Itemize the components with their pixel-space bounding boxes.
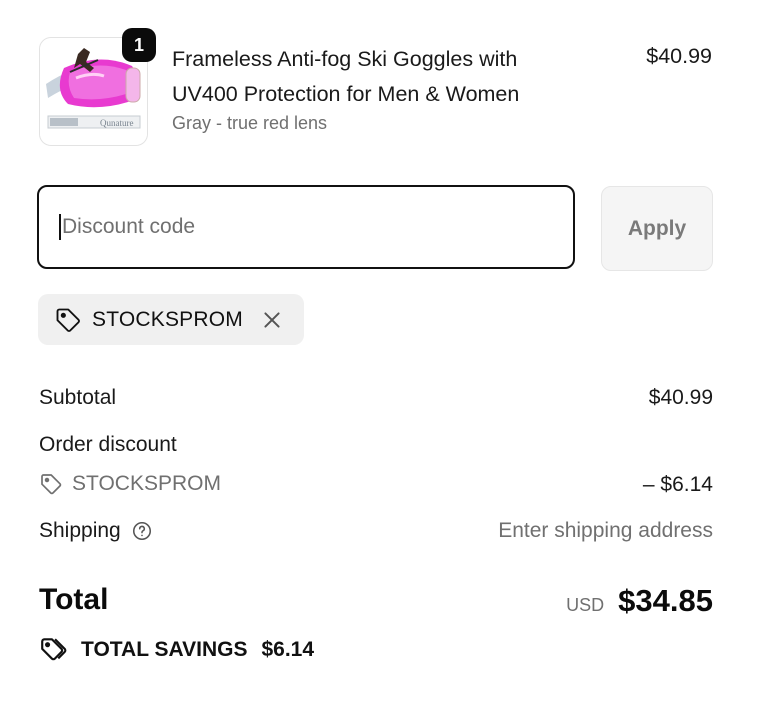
apply-button[interactable]: Apply: [601, 186, 713, 271]
product-title: Frameless Anti-fog Ski Goggles with UV40…: [172, 42, 592, 112]
product-price: $40.99: [646, 44, 712, 68]
total-value: $34.85: [618, 583, 713, 618]
product-title-line-2: UV400 Protection for Men & Women: [172, 82, 520, 106]
tags-icon: [39, 636, 69, 664]
product-variant: Gray - true red lens: [172, 113, 328, 133]
shipping-row: Shipping: [39, 519, 153, 543]
subtotal-value: $40.99: [648, 386, 713, 409]
currency-code: USD: [566, 595, 605, 615]
product-title-line-1: Frameless Anti-fog Ski Goggles with: [172, 47, 518, 71]
discount-code-field[interactable]: [37, 185, 575, 269]
image-brand-text: Qunature: [100, 118, 134, 128]
tag-icon: [39, 472, 63, 496]
total-savings-row: TOTAL SAVINGS $6.14: [39, 636, 314, 664]
quantity-badge: 1: [122, 28, 156, 62]
applied-discount-code: STOCKSPROM: [92, 307, 243, 331]
order-discount-label: Order discount: [39, 433, 177, 456]
total-savings-label: TOTAL SAVINGS: [81, 638, 248, 661]
applied-discount-chip: STOCKSPROM: [38, 294, 304, 345]
tag-icon: [54, 306, 82, 334]
order-discount-value: – $6.14: [642, 473, 713, 496]
discount-code-input[interactable]: [62, 215, 542, 239]
subtotal-label: Subtotal: [39, 386, 117, 409]
order-discount-code-row: STOCKSPROM: [39, 472, 221, 496]
shipping-label: Shipping: [39, 519, 121, 542]
order-discount-code: STOCKSPROM: [72, 472, 221, 495]
shipping-value: Enter shipping address: [498, 519, 713, 542]
total-amount: USD $34.85: [566, 583, 713, 619]
total-label: Total: [39, 583, 109, 616]
text-cursor: [59, 214, 61, 240]
remove-discount-icon[interactable]: [261, 309, 283, 331]
help-icon[interactable]: [131, 520, 153, 542]
total-savings-value: $6.14: [261, 638, 315, 661]
